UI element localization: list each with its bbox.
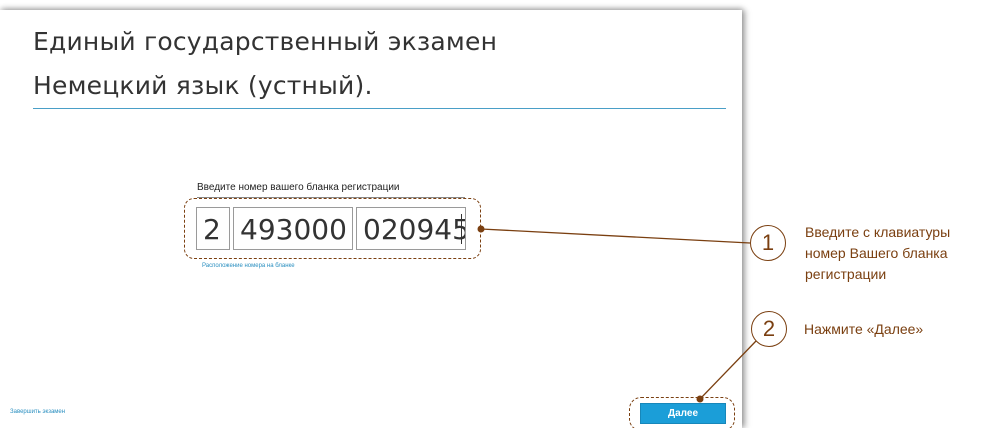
connector-dot-2: [696, 395, 704, 403]
step-2-badge: 2: [751, 311, 787, 347]
step-2-instruction: Нажмите «Далее»: [804, 321, 924, 337]
step-1-line-1: Введите с клавиатуры: [805, 224, 951, 240]
screenshot-stage: Единый государственный экзамен Немецкий …: [0, 0, 995, 428]
step-1-badge: 1: [750, 225, 786, 261]
connector-line-1: [480, 228, 751, 244]
connector-dot-1: [477, 225, 485, 233]
step-1-line-3: регистрации: [805, 266, 887, 282]
step-1-instruction: Введите с клавиатуры номер Вашего бланка…: [805, 222, 995, 285]
annotation-connectors: [477, 225, 757, 403]
step-1-line-2: номер Вашего бланка: [805, 245, 948, 261]
connector-line-2: [699, 340, 757, 400]
